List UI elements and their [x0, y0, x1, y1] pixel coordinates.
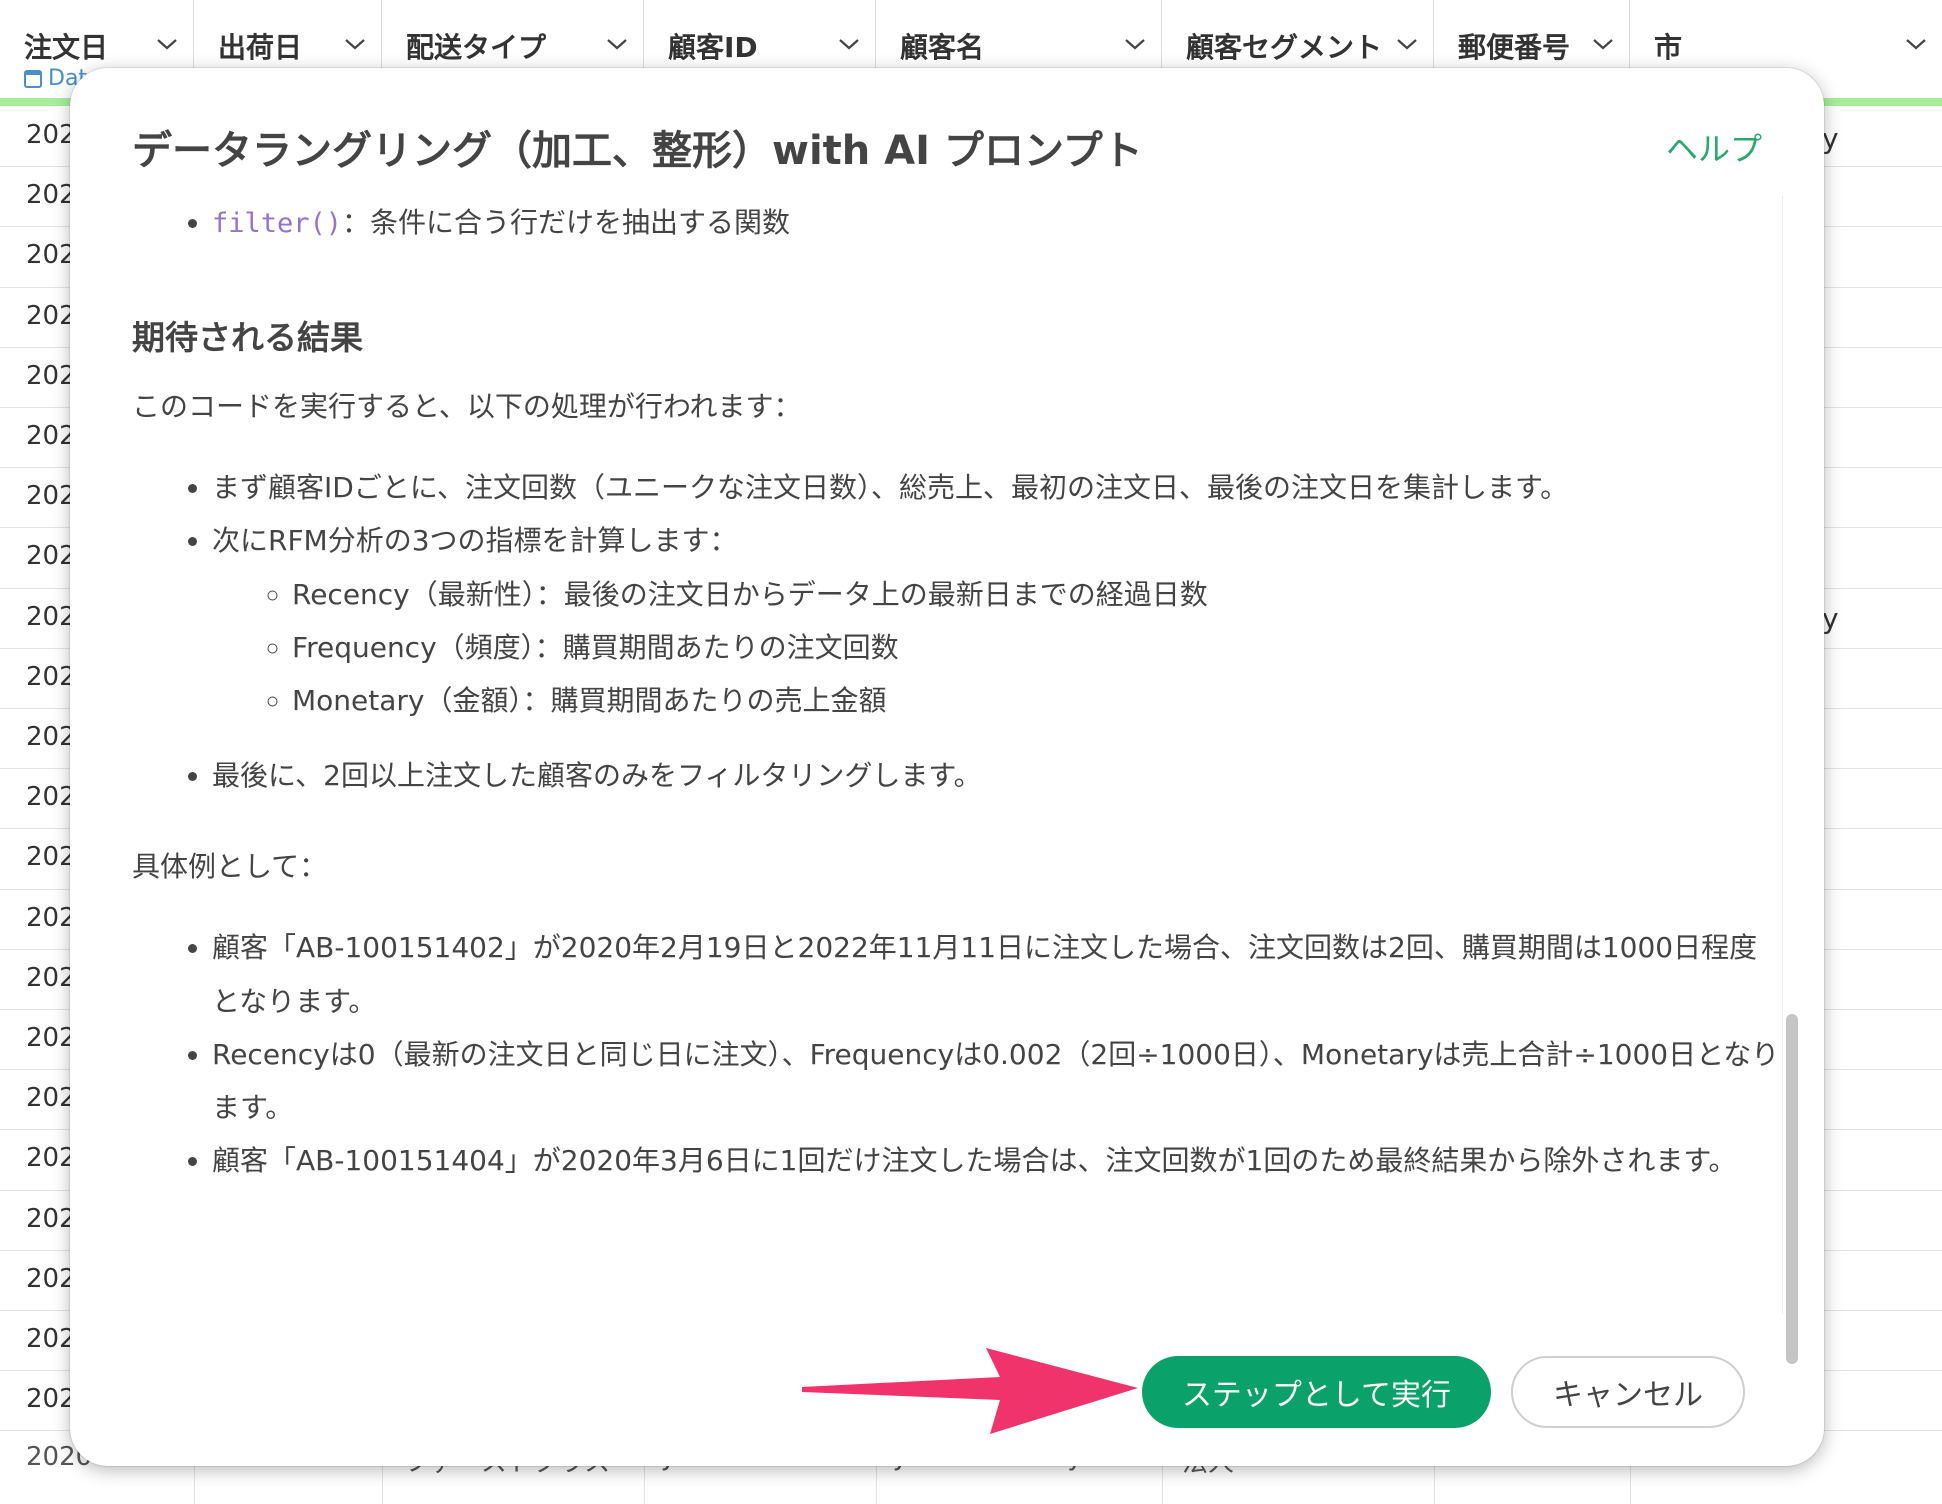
calendar-icon	[24, 70, 42, 88]
chevron-down-icon[interactable]	[837, 34, 861, 54]
column-header-label: 郵便番号	[1458, 31, 1571, 64]
column-header-label: 出荷日	[218, 31, 303, 64]
table-cell: 202	[26, 1143, 76, 1173]
table-cell: 202	[26, 782, 76, 812]
table-cell: 202	[26, 481, 76, 511]
code-snippet: filter()	[212, 208, 343, 239]
scrollbar[interactable]	[1782, 196, 1798, 1364]
table-cell: 202	[26, 1264, 76, 1294]
table-cell: 202	[26, 602, 76, 632]
list-item: Recencyは0（最新の注文日と同じ日に注文）、Frequencyは0.002…	[212, 1028, 1780, 1134]
paragraph: 具体例として：	[132, 850, 328, 884]
chevron-down-icon[interactable]	[155, 34, 179, 54]
sub-list-item: Frequency（頻度）：購買期間あたりの注文回数	[292, 621, 1780, 674]
list-item-text: 次にRFM分析の3つの指標を計算します：	[212, 524, 738, 558]
table-cell: 202	[26, 1384, 76, 1414]
ai-prompt-dialog: データラングリング（加工、整形）with AI プロンプト ヘルプ filter…	[70, 68, 1824, 1466]
cancel-button[interactable]: キャンセル	[1511, 1356, 1745, 1428]
chevron-down-icon[interactable]	[343, 34, 367, 54]
column-header-label: 顧客名	[900, 31, 985, 64]
list-item-text: ：条件に合う行だけを抽出する関数	[342, 206, 791, 239]
paragraph: このコードを実行すると、以下の処理が行われます：	[132, 389, 802, 423]
table-cell: 202	[26, 1083, 76, 1113]
chevron-down-icon[interactable]	[605, 34, 629, 54]
column-header-label: 配送タイプ	[406, 31, 547, 64]
dialog-title: データラングリング（加工、整形）with AI プロンプト	[132, 128, 1143, 174]
column-header-label: 注文日	[24, 31, 109, 64]
sub-list-item: Recency（最新性）：最後の注文日からデータ上の最新日までの経過日数	[292, 568, 1780, 621]
table-cell: 202	[26, 662, 76, 692]
list-item: filter()：条件に合う行だけを抽出する関数	[212, 196, 1780, 249]
table-cell: 202	[26, 963, 76, 993]
sub-list-item: Monetary（金額）：購買期間あたりの売上金額	[292, 674, 1780, 727]
cell-fragment: y	[1822, 602, 1839, 635]
list-item: 最後に、2回以上注文した顧客のみをフィルタリングします。	[212, 749, 1780, 802]
table-cell: 202	[26, 1324, 76, 1354]
chevron-down-icon[interactable]	[1904, 34, 1928, 54]
column-header-label: 顧客セグメント	[1186, 31, 1383, 64]
dialog-content[interactable]: filter()：条件に合う行だけを抽出する関数 期待される結果 このコードを実…	[132, 196, 1780, 1326]
table-cell: 202	[26, 842, 76, 872]
table-cell: 202	[26, 1204, 76, 1234]
chevron-down-icon[interactable]	[1591, 34, 1615, 54]
table-cell: 202	[26, 903, 76, 933]
table-cell: 202	[26, 722, 76, 752]
section-heading: 期待される結果	[132, 318, 363, 358]
column-header-label: 顧客ID	[668, 31, 758, 64]
cell-fragment: y	[1822, 122, 1839, 155]
table-cell: 202	[26, 301, 76, 331]
scroll-thumb[interactable]	[1786, 1014, 1798, 1364]
chevron-down-icon[interactable]	[1123, 34, 1147, 54]
list-item: 次にRFM分析の3つの指標を計算します： Recency（最新性）：最後の注文日…	[212, 514, 1780, 727]
help-link[interactable]: ヘルプ	[1666, 124, 1762, 170]
table-cell: 202	[26, 240, 76, 270]
column-header-label: 市	[1654, 31, 1683, 64]
list-item: 顧客「AB-100151404」が2020年3月6日に1回だけ注文した場合は、注…	[212, 1134, 1780, 1187]
run-as-step-button[interactable]: ステップとして実行	[1142, 1356, 1491, 1428]
list-item: 顧客「AB-100151402」が2020年2月19日と2022年11月11日に…	[212, 921, 1780, 1027]
pointer-arrow-icon	[802, 1348, 1138, 1434]
table-cell: 202	[26, 361, 76, 391]
table-cell: 202	[26, 541, 76, 571]
table-cell: 202	[26, 120, 76, 150]
table-cell: 202	[26, 1023, 76, 1053]
list-item: まず顧客IDごとに、注文回数（ユニークな注文日数）、総売上、最初の注文日、最後の…	[212, 461, 1780, 514]
table-cell: 202	[26, 180, 76, 210]
table-cell: 202	[26, 421, 76, 451]
chevron-down-icon[interactable]	[1395, 34, 1419, 54]
